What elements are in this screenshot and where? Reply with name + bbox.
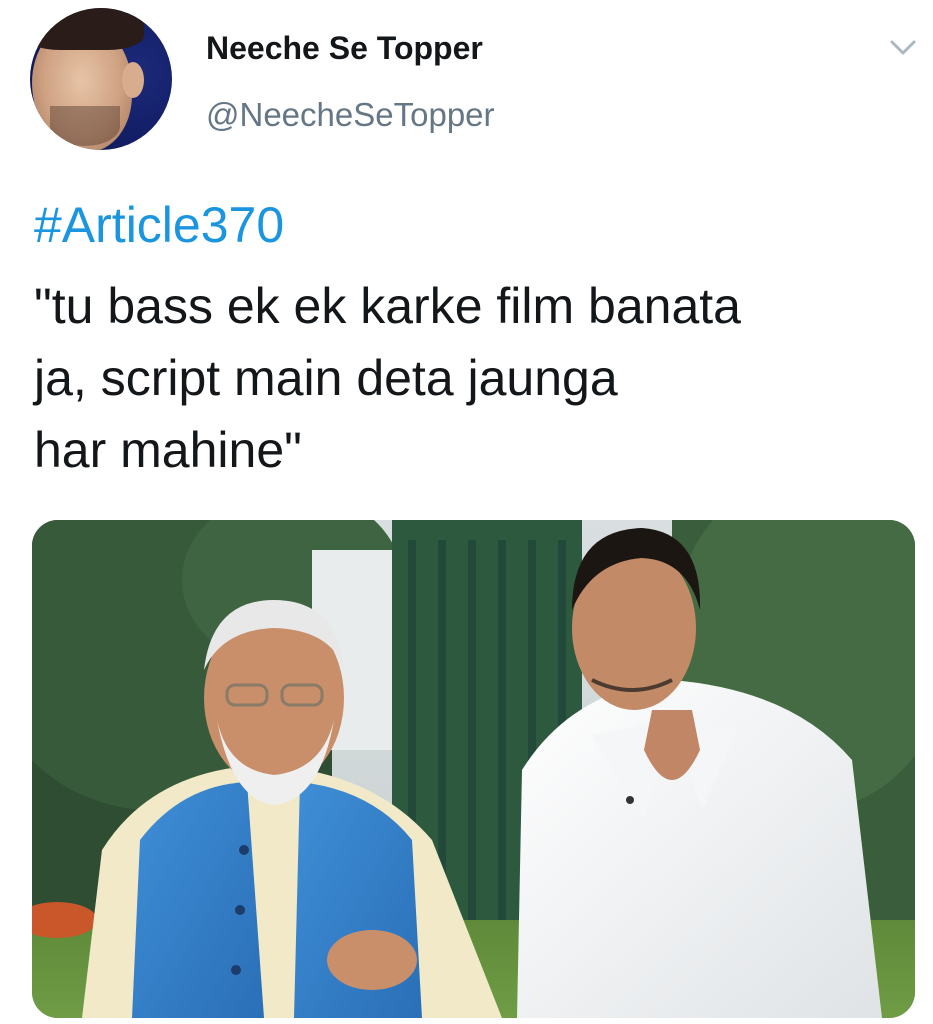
tweet-text: "tu bass ek ek karke film banata ja, scr… bbox=[34, 278, 741, 478]
author-display-name[interactable]: Neeche Se Topper bbox=[206, 30, 483, 67]
tweet-card: Neeche Se Topper @NeecheSeTopper #Articl… bbox=[0, 0, 933, 1024]
avatar-ear bbox=[122, 62, 144, 98]
chevron-down-icon[interactable] bbox=[888, 36, 918, 60]
avatar-hair bbox=[30, 8, 144, 50]
tweet-media-photo[interactable] bbox=[32, 520, 915, 1018]
avatar-beard bbox=[50, 106, 120, 146]
photo-illustration bbox=[32, 520, 915, 1018]
hashtag-link[interactable]: #Article370 bbox=[34, 196, 284, 254]
profile-avatar[interactable] bbox=[30, 8, 172, 150]
author-handle[interactable]: @NeecheSeTopper bbox=[206, 96, 495, 134]
